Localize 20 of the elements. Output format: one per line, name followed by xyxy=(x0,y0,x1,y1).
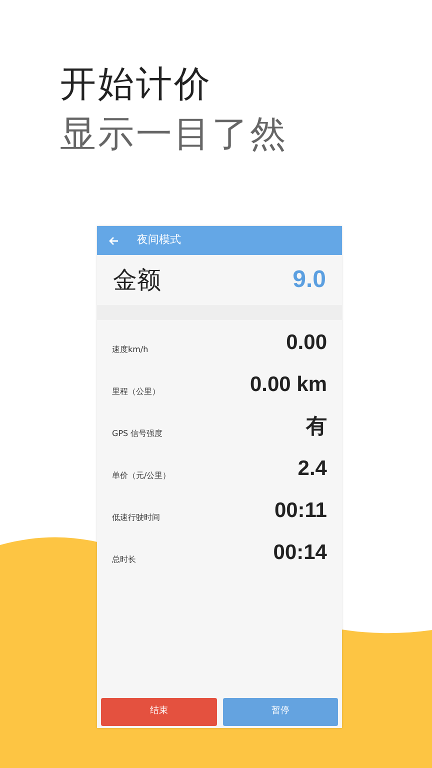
row-label: 速度km/h xyxy=(112,344,148,356)
amount-label: 金额 xyxy=(113,265,161,296)
headline-text: 开始计价 xyxy=(60,63,213,107)
row-label: 低速行驶时间 xyxy=(112,512,160,524)
row-value: 0.00 km xyxy=(250,372,327,398)
row-label: 单价（元/公里） xyxy=(112,470,171,482)
row-label: 里程（公里） xyxy=(112,386,160,398)
row-value: 0.00 xyxy=(286,330,327,356)
row-value: 有 xyxy=(306,414,327,440)
row-value: 00:11 xyxy=(274,498,327,524)
row-value: 00:14 xyxy=(273,540,327,566)
back-icon[interactable] xyxy=(109,236,119,246)
amount-value: 9.0 xyxy=(292,265,326,295)
row-value: 2.4 xyxy=(298,456,327,482)
action-button[interactable]: 结束 xyxy=(101,698,216,726)
row-label: GPS 信号强度 xyxy=(112,428,163,440)
headline-text: 显示一目了然 xyxy=(60,113,289,157)
app-title: 夜间模式 xyxy=(137,232,181,248)
row-label: 总时长 xyxy=(112,554,136,566)
action-button[interactable]: 暂停 xyxy=(222,698,338,726)
